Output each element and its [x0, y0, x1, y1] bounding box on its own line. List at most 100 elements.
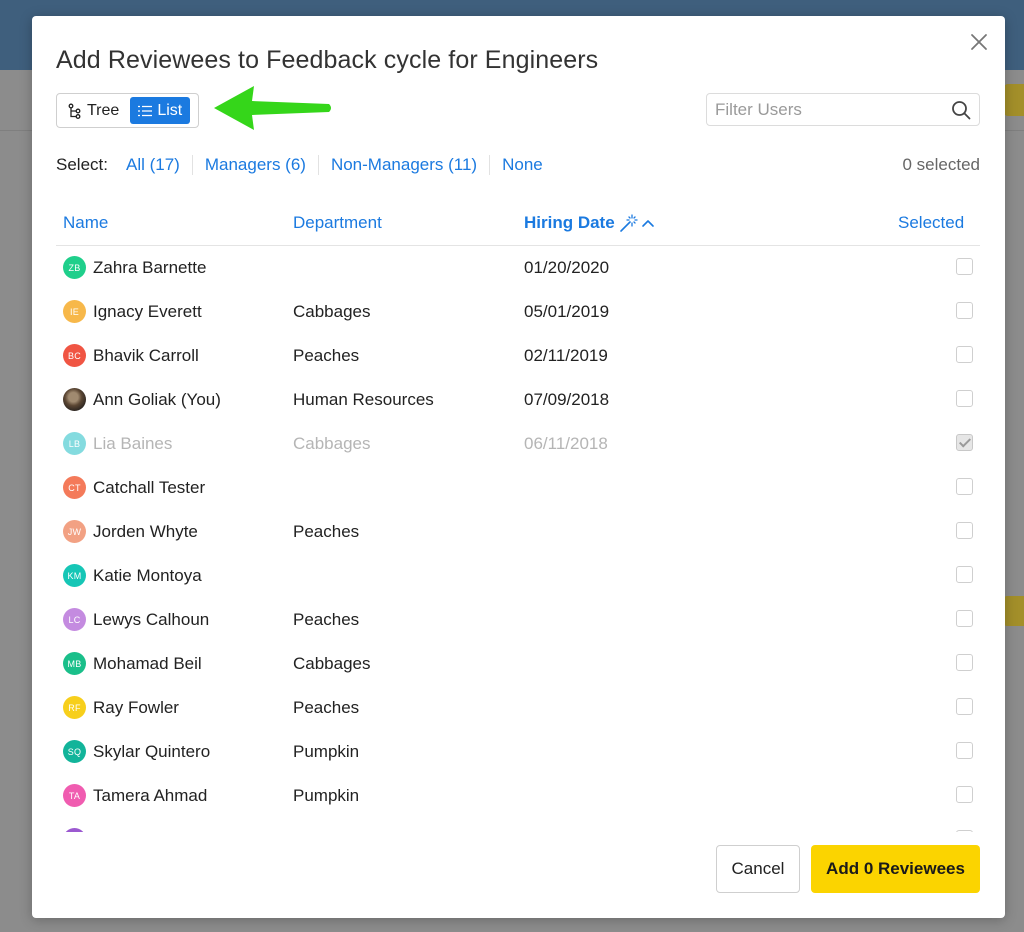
avatar — [63, 388, 86, 411]
column-header-department[interactable]: Department — [293, 213, 382, 233]
filter-users-input[interactable] — [707, 94, 979, 125]
close-icon — [971, 34, 987, 50]
select-non-managers-link[interactable]: Non-Managers (11) — [319, 155, 491, 175]
cell-hiring-date: 02/11/2019 — [524, 346, 608, 365]
cell-name: Lewys Calhoun — [93, 610, 210, 629]
select-checkbox[interactable] — [956, 698, 973, 715]
reviewee-list[interactable]: ZB Zahra Barnette 01/20/2020 IE Ignacy Evere… — [56, 246, 980, 832]
cell-name: Ann Goliak (You) — [93, 390, 221, 409]
select-checkbox[interactable] — [956, 390, 973, 407]
cancel-button[interactable]: Cancel — [716, 845, 800, 893]
cell-hiring-date: 05/01/2019 — [524, 302, 610, 321]
list-view-button[interactable]: List — [130, 97, 191, 124]
cell-department: Pumpkin — [293, 786, 360, 805]
add-reviewees-modal: Add Reviewees to Feedback cycle for Engi… — [32, 16, 1005, 918]
tree-icon — [68, 103, 81, 119]
table-row[interactable]: Ann Goliak (You) Human Resources 07/09/201… — [56, 378, 980, 422]
avatar: JW — [63, 520, 86, 543]
select-checkbox[interactable] — [956, 566, 973, 583]
cell-hiring-date: 07/09/2018 — [524, 390, 610, 409]
cell-name: Tamera Ahmad — [93, 786, 208, 805]
table-row[interactable]: SQ Skylar Quintero Pumpkin — [56, 730, 980, 774]
cell-name: Bhavik Carroll — [93, 346, 199, 365]
table-row[interactable]: BC Bhavik Carroll Peaches 02/11/2019 — [56, 334, 980, 378]
table-row[interactable]: JW Jorden Whyte Peaches — [56, 510, 980, 554]
table-row: LB Lia Baines Cabbages 06/11/2018 — [56, 422, 980, 466]
select-managers-link[interactable]: Managers (6) — [193, 155, 319, 175]
column-label-hiring-date: Hiring Date — [524, 213, 615, 232]
column-label-name: Name — [63, 213, 109, 232]
select-checkbox[interactable] — [956, 610, 973, 627]
select-checkbox[interactable] — [956, 258, 973, 275]
cell-name: Skylar Quintero — [93, 742, 211, 761]
select-all-link[interactable]: All (17) — [114, 155, 193, 175]
cell-department: Peaches — [293, 346, 360, 365]
close-button[interactable] — [967, 30, 991, 54]
tree-view-button[interactable]: Tree — [60, 97, 127, 124]
background-chip — [1004, 596, 1024, 626]
column-label-selected: Selected — [898, 213, 965, 232]
tree-view-label: Tree — [87, 101, 120, 119]
avatar: TA — [63, 784, 86, 807]
avatar: KM — [63, 564, 86, 587]
avatar: CT — [63, 476, 86, 499]
select-checkbox[interactable] — [956, 346, 973, 363]
view-toggle: Tree List — [56, 93, 199, 128]
column-label-department: Department — [293, 213, 382, 232]
select-checkbox[interactable] — [956, 654, 973, 671]
avatar: LB — [63, 432, 86, 455]
table-row[interactable]: MB Mohamad Beil Cabbages — [56, 642, 980, 686]
green-arrow-annotation — [214, 86, 331, 130]
column-header-name[interactable]: Name — [63, 213, 108, 233]
cell-department: Human Resources — [293, 390, 434, 409]
table-row[interactable]: IE Ignacy Everett Cabbages 05/01/2019 — [56, 290, 980, 334]
table-row[interactable]: ZB Zahra Barnette 01/20/2020 — [56, 246, 980, 290]
cell-name: Zahra Barnette — [93, 258, 207, 277]
cell-department: Pumpkin — [293, 742, 360, 761]
cell-name: Lia Baines — [93, 434, 173, 453]
select-checkbox[interactable] — [956, 522, 973, 539]
cell-name: Jorden Whyte — [93, 522, 198, 541]
avatar: SQ — [63, 740, 86, 763]
select-bar: Select: All (17) Managers (6) Non-Manage… — [56, 154, 980, 176]
avatar: ZB — [63, 256, 86, 279]
selected-count: 0 selected — [902, 155, 981, 174]
cell-department: Cabbages — [293, 302, 371, 321]
add-reviewees-button[interactable]: Add 0 Reviewees — [811, 845, 980, 893]
select-none-link[interactable]: None — [490, 155, 555, 175]
modal-title: Add Reviewees to Feedback cycle for Engi… — [56, 46, 599, 74]
avatar: MB — [63, 652, 86, 675]
table-row[interactable]: RF Ray Fowler Peaches — [56, 686, 980, 730]
avatar: TA — [63, 828, 86, 832]
list-icon — [138, 105, 153, 116]
table-row[interactable]: TA Taylor Arroyo — [56, 818, 980, 832]
cell-name: Mohamad Beil — [93, 654, 202, 673]
avatar: LC — [63, 608, 86, 631]
cell-department: Peaches — [293, 698, 360, 717]
cell-name: Ray Fowler — [93, 698, 179, 717]
table-row[interactable]: CT Catchall Tester — [56, 466, 980, 510]
background-button — [1004, 84, 1024, 116]
cell-department: Cabbages — [293, 654, 371, 673]
table-row[interactable]: TA Tamera Ahmad Pumpkin — [56, 774, 980, 818]
avatar: BC — [63, 344, 86, 367]
cell-name: Taylor Arroyo — [93, 830, 192, 832]
cell-name: Catchall Tester — [93, 478, 206, 497]
cell-department: Peaches — [293, 610, 360, 629]
select-checkbox[interactable] — [956, 742, 973, 759]
column-header-hiring-date[interactable]: Hiring Date — [524, 213, 655, 233]
table-row[interactable]: KM Katie Montoya — [56, 554, 980, 598]
select-checkbox[interactable] — [956, 478, 973, 495]
avatar: RF — [63, 696, 86, 719]
search-icon[interactable] — [951, 100, 971, 120]
cell-department: Cabbages — [293, 434, 371, 453]
cell-name: Ignacy Everett — [93, 302, 202, 321]
select-checkbox — [956, 434, 973, 451]
select-checkbox[interactable] — [956, 786, 973, 803]
magic-wand-icon — [619, 214, 638, 232]
column-header-selected[interactable]: Selected — [898, 213, 964, 233]
table-row[interactable]: LC Lewys Calhoun Peaches — [56, 598, 980, 642]
select-checkbox[interactable] — [956, 830, 973, 832]
avatar: IE — [63, 300, 86, 323]
select-checkbox[interactable] — [956, 302, 973, 319]
